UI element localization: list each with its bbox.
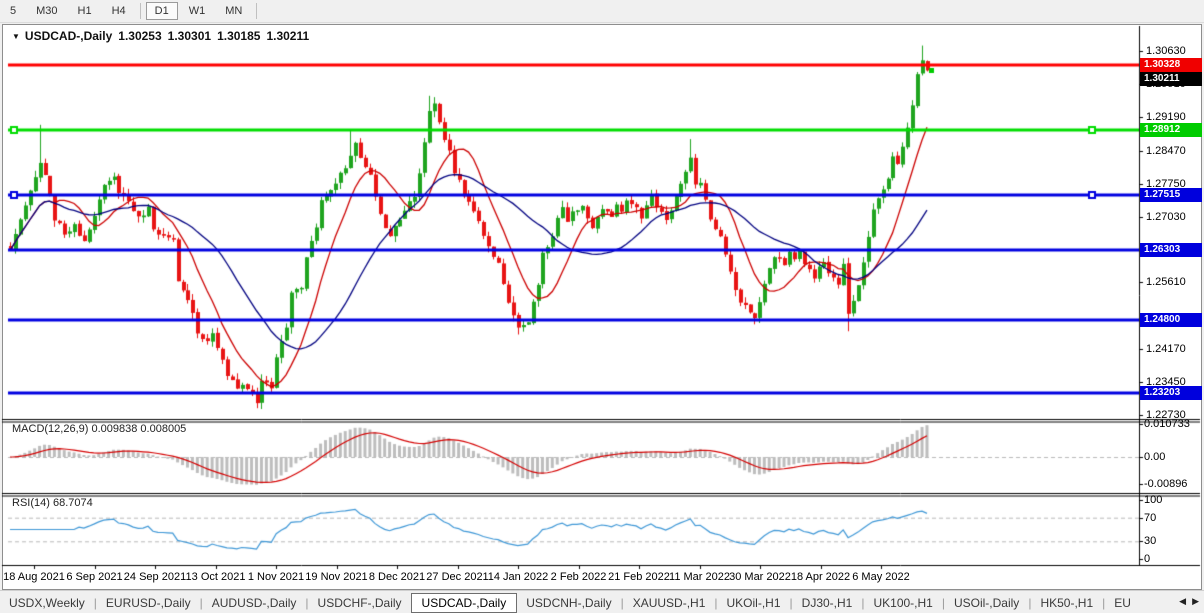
rsi-tick-label: 100 [1144, 494, 1162, 506]
price-tick-label: 1.28470 [1146, 145, 1186, 157]
price-badge-123203: 1.23203 [1140, 386, 1202, 400]
macd-label: MACD(12,26,9) 0.009838 0.008005 [12, 423, 186, 435]
tab-scroll-arrows: ◀ ▶ [1176, 591, 1202, 612]
price-tick-label: 1.25610 [1146, 276, 1186, 288]
price-tick-label: 1.30630 [1146, 45, 1186, 57]
date-label-6-may-2022: 6 May 2022 [836, 571, 926, 583]
ohlc-low: 1.30185 [217, 29, 260, 43]
price-badge-130328: 1.30328 [1140, 58, 1202, 72]
rsi-tick-label: 30 [1144, 535, 1156, 547]
chart-canvas[interactable] [0, 0, 1204, 613]
rsi-tick-label: 0 [1144, 553, 1150, 565]
ohlc-open: 1.30253 [118, 29, 161, 43]
rsi-tick-label: 70 [1144, 512, 1156, 524]
tab-scroll-left-icon[interactable]: ◀ [1179, 596, 1186, 607]
macd-name: MACD(12,26,9) [12, 423, 88, 435]
price-badge-124800: 1.24800 [1140, 313, 1202, 327]
price-tick-label: 1.24170 [1146, 343, 1186, 355]
ohlc-high: 1.30301 [168, 29, 211, 43]
rsi-name: RSI(14) [12, 497, 50, 509]
tab-scroll-right-icon[interactable]: ▶ [1192, 596, 1199, 607]
rsi-value: 68.7074 [53, 497, 93, 509]
macd-values: 0.009838 0.008005 [91, 423, 186, 435]
price-badge-128912: 1.28912 [1140, 123, 1202, 137]
price-badge-130211: 1.30211 [1140, 72, 1202, 86]
price-tick-label: 1.27030 [1146, 211, 1186, 223]
rsi-label: RSI(14) 68.7074 [12, 497, 93, 509]
chart-dropdown-icon[interactable]: ▼ [12, 32, 20, 41]
macd-tick-label: 0.00 [1144, 451, 1165, 463]
price-badge-127515: 1.27515 [1140, 188, 1202, 202]
macd-tick-label: -0.00896 [1144, 478, 1187, 490]
chart-title: ▼ USDCAD-,Daily 1.30253 1.30301 1.30185 1.302… [12, 29, 309, 43]
macd-tick-label: 0.010733 [1144, 418, 1190, 430]
price-tick-label: 1.29190 [1146, 111, 1186, 123]
trading-terminal: 5M30H1H4D1W1MN ▼USDCAD-,Daily1.302531.30… [0, 0, 1204, 613]
price-badge-126303: 1.26303 [1140, 243, 1202, 257]
chart-symbol: USDCAD-,Daily [25, 29, 112, 43]
ohlc-close: 1.30211 [266, 29, 309, 43]
